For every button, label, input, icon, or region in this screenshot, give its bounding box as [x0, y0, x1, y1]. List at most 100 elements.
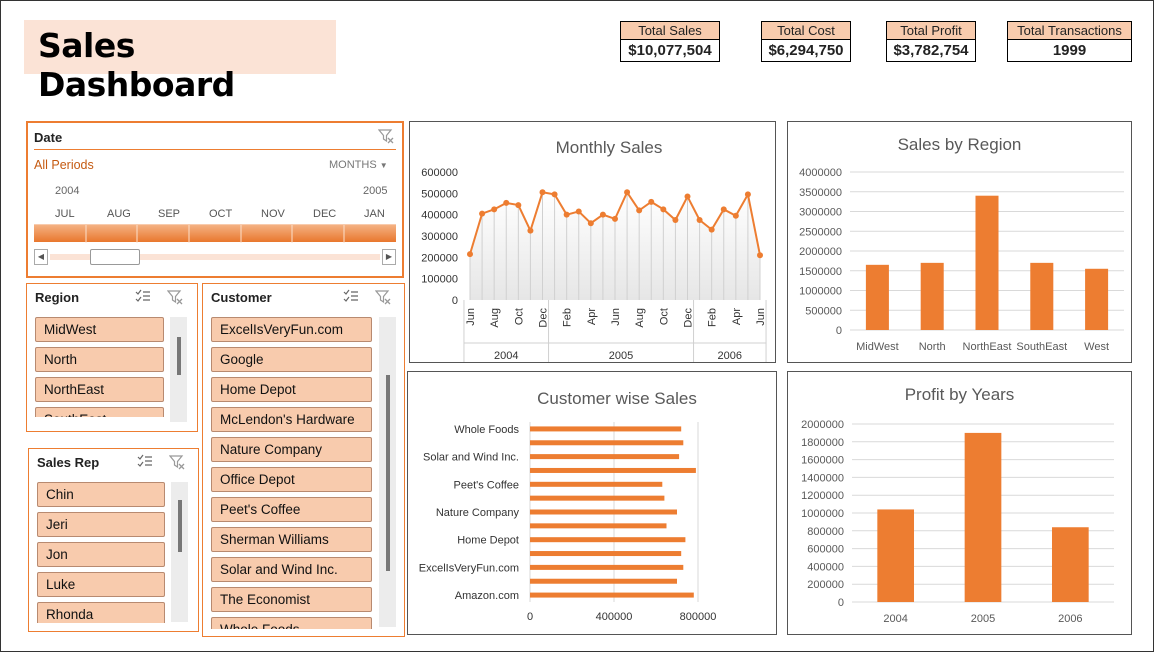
scroll-left-icon[interactable]: ◀ [34, 249, 48, 265]
customer-item[interactable]: ExcelIsVeryFun.com [211, 317, 372, 342]
month-label[interactable]: AUG [107, 208, 131, 220]
month-label[interactable]: NOV [261, 208, 285, 220]
y-category-label: Nature Company [436, 507, 520, 519]
y-category-label: Amazon.com [455, 590, 519, 602]
bar [964, 432, 1002, 602]
salesrep-item-jon[interactable]: Jon [37, 542, 165, 567]
data-point [744, 191, 751, 198]
timeline-selection-bar[interactable] [34, 224, 396, 243]
data-point [479, 210, 486, 217]
y-tick-label: 1000000 [799, 286, 842, 298]
bar [975, 195, 999, 330]
customer-item[interactable]: Office Depot [211, 467, 372, 492]
month-label[interactable]: SEP [158, 208, 180, 220]
data-point [575, 208, 582, 215]
y-tick-label: 600000 [807, 544, 844, 556]
data-point [624, 189, 631, 196]
kpi-label: Total Profit [886, 21, 976, 40]
customer-item[interactable]: Whole Foods [211, 617, 372, 629]
salesrep-item-jeri[interactable]: Jeri [37, 512, 165, 537]
x-tick-label: West [1084, 341, 1109, 353]
customer-sales-chart[interactable]: Customer wise Sales 0 400000 800000 Amazon.c… [407, 371, 777, 635]
x-tick-label: North [919, 341, 946, 353]
x-tick-label: Apr [586, 308, 598, 325]
x-tick-label: 2004 [883, 613, 907, 625]
customer-item[interactable]: Google [211, 347, 372, 372]
region-item-midwest[interactable]: MidWest [35, 317, 164, 342]
month-label[interactable]: OCT [209, 208, 232, 220]
timeline-divider [34, 149, 396, 150]
customer-item[interactable]: The Economist [211, 587, 372, 612]
bar [530, 481, 663, 487]
scroll-right-icon[interactable]: ▶ [382, 249, 396, 265]
timeline-title: Date [34, 130, 63, 145]
y-tick-label: 3500000 [799, 187, 842, 199]
sales-by-region-chart[interactable]: Sales by Region 0 500000 1000000 1500000 2000… [787, 121, 1132, 363]
time-level-dropdown[interactable]: MONTHS ▼ [329, 159, 388, 171]
timeline-year-left: 2004 [55, 185, 80, 197]
data-point [660, 206, 667, 213]
salesrep-item-rhonda[interactable]: Rhonda [37, 602, 165, 623]
timeline-year-right: 2005 [363, 185, 388, 197]
x-tick-label: 2005 [971, 613, 995, 625]
region-scrollbar[interactable] [170, 317, 187, 422]
x-tick-label: Oct [658, 308, 670, 325]
chart-title: Sales by Region [898, 135, 1022, 154]
customer-slicer: Customer ExcelIsVeryFun.com Google Home … [202, 283, 405, 637]
scroll-thumb[interactable] [178, 500, 182, 552]
x-tick-label: Apr [731, 308, 743, 325]
data-point [599, 211, 606, 218]
month-label[interactable]: JUL [55, 208, 75, 220]
region-slicer: Region MidWest North NorthEast SouthEast [26, 283, 198, 432]
bar [530, 523, 667, 529]
region-item-north[interactable]: North [35, 347, 164, 372]
monthly-sales-chart[interactable]: Monthly Sales 0 100000 200000 300000 400000 50… [409, 121, 776, 363]
x-tick-label: Oct [513, 308, 525, 325]
clear-filter-icon[interactable] [377, 128, 394, 147]
data-point [708, 226, 715, 233]
customer-item[interactable]: McLendon's Hardware [211, 407, 372, 432]
x-tick-label: 2006 [1058, 613, 1082, 625]
customer-item[interactable]: Nature Company [211, 437, 372, 462]
customer-item[interactable]: Sherman Williams [211, 527, 372, 552]
customer-item[interactable]: Home Depot [211, 377, 372, 402]
region-item-northeast[interactable]: NorthEast [35, 377, 164, 402]
data-point [503, 199, 510, 206]
y-tick-label: 600000 [421, 167, 458, 179]
caret-down-icon: ▼ [379, 161, 388, 170]
profit-by-years-chart[interactable]: Profit by Years 0 200000 400000 600000 800000… [787, 371, 1132, 635]
y-tick-label: 400000 [421, 210, 458, 222]
bar [530, 537, 686, 543]
timeline-months: JUL AUG SEP OCT NOV DEC JAN [34, 208, 396, 222]
bar [530, 454, 680, 460]
month-label[interactable]: DEC [313, 208, 336, 220]
scroll-thumb[interactable] [90, 249, 140, 265]
salesrep-item-luke[interactable]: Luke [37, 572, 165, 597]
data-point [732, 212, 739, 219]
y-tick-label: 1000000 [801, 508, 844, 520]
y-category-label: ExcelIsVeryFun.com [419, 562, 519, 574]
bar [530, 592, 694, 598]
x-tick-label: MidWest [856, 341, 899, 353]
y-category-label: Solar and Wind Inc. [423, 452, 519, 464]
scroll-thumb[interactable] [177, 337, 181, 375]
customer-item[interactable]: Solar and Wind Inc. [211, 557, 372, 582]
y-tick-label: 500000 [421, 188, 458, 200]
data-point [527, 227, 534, 234]
bar [530, 551, 682, 557]
scroll-thumb[interactable] [386, 375, 390, 571]
page-title: Sales Dashboard [38, 26, 235, 104]
kpi-total-profit: Total Profit $3,782,754 [886, 21, 976, 63]
bar [1051, 527, 1089, 602]
timeline-scrollbar[interactable]: ◀ ▶ [34, 249, 396, 265]
region-item-southeast[interactable]: SouthEast [35, 407, 164, 417]
customer-scrollbar[interactable] [379, 317, 396, 627]
date-timeline-slicer[interactable]: Date All Periods MONTHS ▼ 2004 2005 JUL … [26, 121, 404, 278]
month-label[interactable]: JAN [364, 208, 385, 220]
salesrep-scrollbar[interactable] [171, 482, 188, 622]
data-point [636, 207, 643, 214]
customer-item[interactable]: Peet's Coffee [211, 497, 372, 522]
y-tick-label: 200000 [807, 579, 844, 591]
salesrep-item-chin[interactable]: Chin [37, 482, 165, 507]
title-banner: Sales Dashboard [24, 20, 336, 104]
